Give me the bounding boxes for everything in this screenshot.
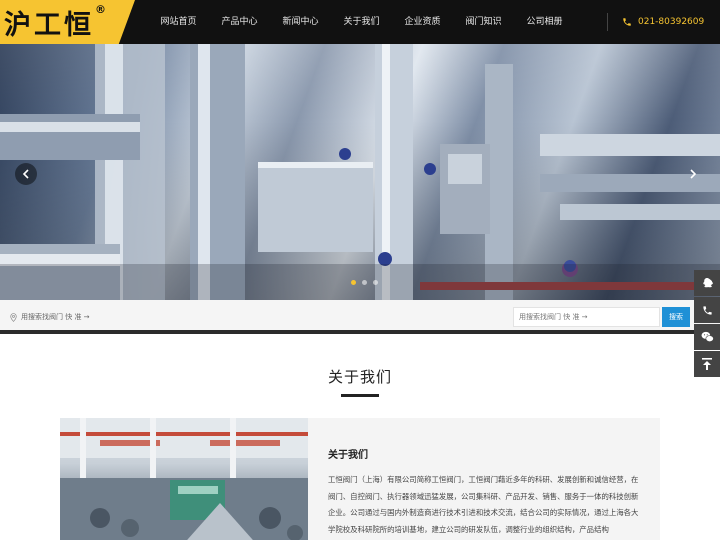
search-button[interactable]: 搜索 — [662, 307, 690, 327]
registered-mark: ® — [95, 3, 106, 16]
chevron-left-icon — [22, 169, 29, 179]
nav-item-knowledge[interactable]: 阀门知识 — [453, 0, 514, 44]
header: 沪工恒 ® 网站首页 产品中心 新闻中心 关于我们 企业资质 阀门知识 公司相册… — [0, 0, 720, 44]
search-hint-text: 用搜索找阀门 快 准 → — [21, 313, 90, 321]
title-underline — [341, 394, 379, 397]
side-wechat-button[interactable] — [694, 324, 720, 350]
wechat-icon — [701, 331, 714, 342]
nav-item-album[interactable]: 公司相册 — [514, 0, 575, 44]
banner-image — [0, 44, 720, 300]
side-qq-button[interactable] — [694, 270, 720, 296]
phone-icon — [623, 18, 631, 26]
factory-photo — [60, 418, 308, 540]
phone-icon — [702, 305, 712, 315]
banner-dot-1[interactable] — [351, 280, 356, 285]
page: 沪工恒 ® 网站首页 产品中心 新闻中心 关于我们 企业资质 阀门知识 公司相册… — [0, 0, 720, 540]
nav-item-products[interactable]: 产品中心 — [209, 0, 270, 44]
nav-item-home[interactable]: 网站首页 — [148, 0, 209, 44]
banner-pagination — [351, 280, 378, 285]
side-float-toolbar — [694, 270, 720, 378]
section-title-about: 关于我们 — [327, 368, 392, 386]
nav-item-about[interactable]: 关于我们 — [331, 0, 392, 44]
side-phone-button[interactable] — [694, 297, 720, 323]
nav-divider — [607, 13, 608, 31]
nav-item-news[interactable]: 新闻中心 — [270, 0, 331, 44]
about-heading: 关于我们 — [328, 450, 368, 461]
main-nav: 网站首页 产品中心 新闻中心 关于我们 企业资质 阀门知识 公司相册 — [148, 0, 575, 44]
phone-number: 021-80392609 — [638, 17, 705, 27]
logo[interactable]: 沪工恒 ® — [0, 0, 135, 44]
chevron-right-icon — [690, 169, 697, 179]
banner-prev-button[interactable] — [15, 163, 37, 185]
nav-item-qualification[interactable]: 企业资质 — [392, 0, 453, 44]
search-hint: 用搜索找阀门 快 准 → — [10, 300, 90, 334]
search-bar: 用搜索找阀门 快 准 → 搜索 — [0, 300, 720, 334]
banner-dot-2[interactable] — [362, 280, 367, 285]
search-input[interactable] — [513, 307, 660, 327]
phone-contact[interactable]: 021-80392609 — [622, 0, 704, 44]
factory-photo-graphic — [60, 418, 308, 540]
hero-banner[interactable] — [0, 44, 720, 300]
qq-icon — [703, 278, 713, 288]
banner-next-button[interactable] — [682, 163, 704, 185]
logo-text: 沪工恒 — [4, 10, 94, 41]
banner-dot-3[interactable] — [373, 280, 378, 285]
location-pin-icon — [10, 312, 17, 322]
about-description: 工恒阀门（上海）有限公司简称工恒阀门，工恒阀门藉近多年的科研、发展创新和诚信经营… — [328, 475, 639, 534]
